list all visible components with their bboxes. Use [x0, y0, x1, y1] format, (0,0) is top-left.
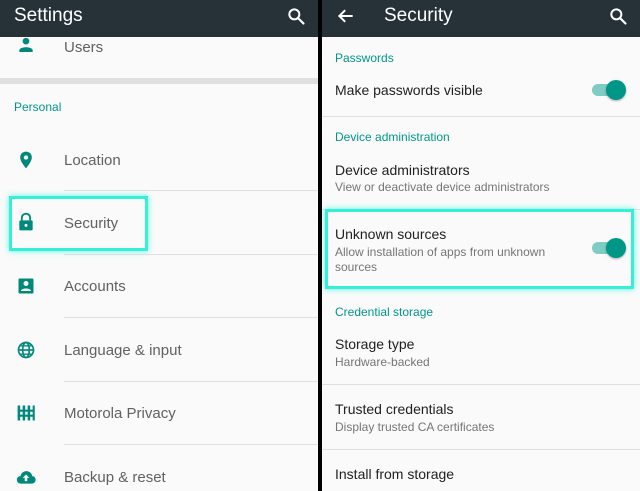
pref-trusted-credentials[interactable]: Trusted credentials Display trusted CA c…: [322, 387, 640, 447]
section-divider: [0, 78, 318, 84]
globe-icon: [17, 341, 35, 359]
search-icon[interactable]: [608, 6, 628, 26]
security-screen: Security Passwords Make passwords visibl…: [322, 0, 640, 491]
settings-item-motorola-privacy[interactable]: Motorola Privacy: [0, 382, 318, 444]
highlight-unknown-sources: [325, 209, 634, 289]
make-passwords-visible-toggle[interactable]: [590, 80, 626, 100]
pref-storage-type[interactable]: Storage type Hardware-backed: [322, 322, 640, 382]
section-header-passwords: Passwords: [335, 51, 394, 65]
settings-item-users[interactable]: Users: [0, 37, 318, 77]
settings-item-backup-reset[interactable]: Backup & reset: [0, 445, 318, 491]
settings-item-label: Motorola Privacy: [64, 405, 176, 422]
pref-summary: Display trusted CA certificates: [335, 420, 495, 434]
back-arrow-icon[interactable]: [336, 6, 356, 26]
divider: [322, 384, 640, 385]
settings-item-label: Location: [64, 152, 121, 169]
pref-title: Storage type: [335, 336, 415, 352]
page-title: Security: [384, 5, 453, 26]
pref-make-passwords-visible[interactable]: Make passwords visible: [322, 68, 640, 113]
settings-item-label: Language & input: [64, 342, 182, 359]
pref-summary: View or deactivate device administrators: [335, 180, 550, 194]
pref-device-administrators[interactable]: Device administrators View or deactivate…: [322, 148, 640, 208]
section-header-device-admin: Device administration: [335, 130, 450, 144]
settings-item-location[interactable]: Location: [0, 128, 318, 190]
person-icon: [19, 37, 33, 52]
settings-screen: Settings Users Personal Location Securit…: [0, 0, 318, 491]
search-icon[interactable]: [286, 6, 306, 26]
settings-item-language[interactable]: Language & input: [0, 318, 318, 381]
divider: [322, 449, 640, 450]
cloud-upload-icon: [16, 471, 36, 484]
pref-title: Install from storage: [335, 466, 455, 482]
pref-title: Make passwords visible: [335, 82, 483, 98]
settings-item-label: Users: [64, 39, 104, 56]
highlight-security: [9, 196, 148, 251]
pref-title: Trusted credentials: [335, 401, 454, 417]
page-title: Settings: [14, 5, 83, 26]
security-app-bar: Security: [322, 0, 640, 37]
settings-item-label: Accounts: [64, 278, 126, 295]
settings-app-bar: Settings: [0, 0, 318, 37]
account-box-icon: [18, 278, 34, 294]
divider: [322, 116, 640, 117]
pref-summary: Hardware-backed: [335, 355, 430, 369]
section-header-credential-storage: Credential storage: [335, 305, 434, 319]
section-header-personal: Personal: [14, 100, 62, 114]
location-pin-icon: [20, 151, 32, 169]
privacy-icon: [17, 405, 35, 421]
pref-install-from-storage[interactable]: Install from storage: [322, 452, 640, 491]
settings-item-accounts[interactable]: Accounts: [0, 255, 318, 317]
settings-item-label: Backup & reset: [64, 469, 166, 486]
pref-title: Device administrators: [335, 162, 470, 178]
